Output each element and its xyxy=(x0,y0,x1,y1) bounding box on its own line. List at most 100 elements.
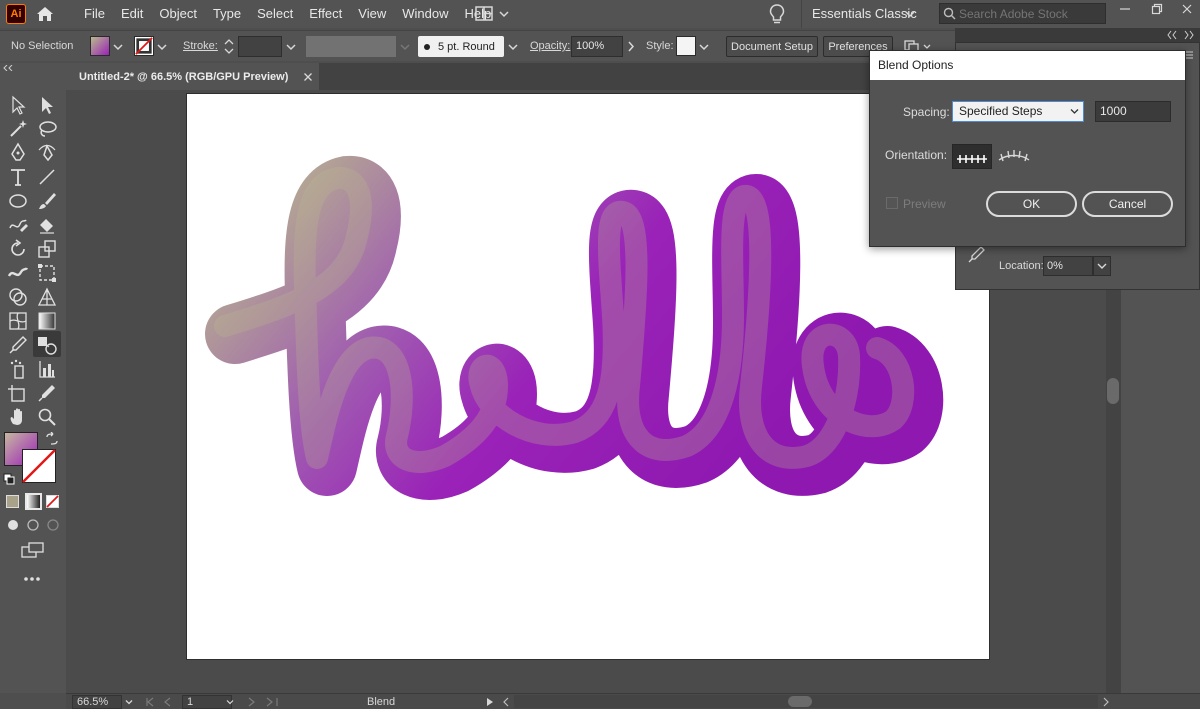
shaper-tool-icon[interactable] xyxy=(7,214,29,236)
chevron-down-icon[interactable] xyxy=(905,9,915,19)
chevron-down-icon[interactable] xyxy=(224,696,236,708)
opacity-field[interactable]: 100% xyxy=(571,36,623,57)
menu-window[interactable]: Window xyxy=(394,0,456,28)
chevron-down-icon[interactable] xyxy=(284,36,298,57)
document-tab[interactable]: Untitled-2* @ 66.5% (RGB/GPU Preview) xyxy=(66,63,319,90)
slice-tool-icon[interactable] xyxy=(36,382,58,404)
hand-tool-icon[interactable] xyxy=(7,406,29,428)
menu-file[interactable]: File xyxy=(76,0,113,28)
document-tab-strip: Untitled-2* @ 66.5% (RGB/GPU Preview) xyxy=(66,63,955,90)
home-icon[interactable] xyxy=(35,4,55,24)
preview-checkbox[interactable] xyxy=(886,197,898,209)
shape-builder-tool-icon[interactable] xyxy=(7,286,29,308)
align-to-page-button[interactable] xyxy=(952,144,992,169)
mesh-tool-icon[interactable] xyxy=(7,310,29,332)
ok-button[interactable]: OK xyxy=(986,191,1077,217)
color-mode-button[interactable] xyxy=(6,495,19,508)
next-last-artboard-icon[interactable] xyxy=(244,696,280,708)
first-prev-artboard-icon[interactable] xyxy=(144,696,180,708)
line-tool-icon[interactable] xyxy=(36,166,58,188)
stroke-stepper-icon[interactable] xyxy=(223,36,235,57)
horizontal-scroll-thumb[interactable] xyxy=(788,696,812,707)
collapse-panel-icon[interactable] xyxy=(1183,30,1195,40)
rectangle-tool-icon[interactable] xyxy=(7,190,29,212)
width-tool-icon[interactable] xyxy=(7,262,29,284)
menu-view[interactable]: View xyxy=(350,0,394,28)
scroll-left-icon[interactable] xyxy=(500,696,512,708)
align-to-path-button[interactable] xyxy=(994,144,1034,169)
vertical-scroll-thumb[interactable] xyxy=(1107,378,1119,404)
menu-edit[interactable]: Edit xyxy=(113,0,151,28)
menu-effect[interactable]: Effect xyxy=(301,0,350,28)
default-colors-icon[interactable] xyxy=(3,473,15,485)
stroke-label[interactable]: Stroke: xyxy=(183,31,218,62)
chevron-down-icon[interactable] xyxy=(697,36,711,57)
document-setup-button[interactable]: Document Setup xyxy=(726,36,818,57)
lightbulb-icon[interactable] xyxy=(768,3,786,25)
scale-tool-icon[interactable] xyxy=(36,238,58,260)
stock-search[interactable] xyxy=(939,3,1106,24)
minimize-button[interactable] xyxy=(1110,0,1140,18)
chevron-down-icon[interactable] xyxy=(123,696,135,708)
close-window-button[interactable] xyxy=(1172,0,1200,18)
gradient-mode-button[interactable] xyxy=(25,493,42,510)
cancel-button[interactable]: Cancel xyxy=(1082,191,1173,217)
screen-mode-icon[interactable] xyxy=(20,542,46,558)
menu-object[interactable]: Object xyxy=(151,0,205,28)
rotate-tool-icon[interactable] xyxy=(7,238,29,260)
chevron-down-icon[interactable] xyxy=(398,36,412,57)
stroke-weight-field[interactable] xyxy=(238,36,282,57)
chevron-right-icon[interactable] xyxy=(624,36,638,57)
symbol-sprayer-tool-icon[interactable] xyxy=(7,358,29,380)
stock-search-input[interactable] xyxy=(959,6,1099,21)
status-bar: 66.5% 1 Blend xyxy=(66,693,1200,709)
location-field[interactable]: 0% xyxy=(1043,256,1093,276)
none-mode-button[interactable] xyxy=(46,495,59,508)
pen-tool-icon[interactable] xyxy=(7,142,29,164)
menu-select[interactable]: Select xyxy=(249,0,301,28)
brush-definition[interactable]: 5 pt. Round xyxy=(418,36,504,57)
gradient-tool-icon[interactable] xyxy=(36,310,58,332)
fill-swatch[interactable] xyxy=(90,36,110,56)
selection-tool-icon[interactable] xyxy=(7,94,29,116)
chevron-down-icon[interactable] xyxy=(155,36,169,57)
eyedropper-tool-icon[interactable] xyxy=(7,334,29,356)
type-tool-icon[interactable] xyxy=(7,166,29,188)
zoom-field[interactable]: 66.5% xyxy=(72,695,122,709)
vertical-scrollbar[interactable] xyxy=(1106,290,1120,693)
swap-colors-icon[interactable] xyxy=(45,432,59,446)
gradient-eyedropper-icon[interactable] xyxy=(968,245,986,263)
paintbrush-tool-icon[interactable] xyxy=(36,190,58,212)
lasso-tool-icon[interactable] xyxy=(36,118,58,140)
artboard-tool-icon[interactable] xyxy=(7,382,29,404)
variable-width-profile[interactable] xyxy=(306,36,396,57)
more-tools-icon[interactable] xyxy=(22,575,42,583)
expand-panel-icon[interactable] xyxy=(1166,30,1178,40)
drawing-modes-icon[interactable] xyxy=(5,517,63,533)
chevron-down-icon[interactable] xyxy=(506,36,520,57)
scroll-right-icon[interactable] xyxy=(1100,696,1112,708)
blend-tool-icon[interactable] xyxy=(36,334,58,356)
arrange-documents-icon[interactable] xyxy=(474,5,514,23)
status-menu-icon[interactable] xyxy=(484,696,496,708)
perspective-grid-tool-icon[interactable] xyxy=(36,286,58,308)
free-transform-tool-icon[interactable] xyxy=(36,262,58,284)
column-graph-tool-icon[interactable] xyxy=(36,358,58,380)
collapse-toolbar-icon[interactable] xyxy=(3,65,13,71)
spacing-select[interactable]: Specified Steps xyxy=(952,101,1084,122)
stroke-color-box[interactable] xyxy=(22,449,56,483)
magic-wand-tool-icon[interactable] xyxy=(7,118,29,140)
stroke-swatch[interactable] xyxy=(134,36,154,56)
restore-button[interactable] xyxy=(1142,0,1172,18)
close-tab-icon[interactable] xyxy=(302,71,314,83)
zoom-tool-icon[interactable] xyxy=(36,406,58,428)
chevron-down-icon[interactable] xyxy=(1093,256,1111,276)
direct-selection-tool-icon[interactable] xyxy=(36,94,58,116)
opacity-label[interactable]: Opacity: xyxy=(530,31,570,62)
steps-field[interactable]: 1000 xyxy=(1095,101,1171,122)
menu-type[interactable]: Type xyxy=(205,0,249,28)
eraser-tool-icon[interactable] xyxy=(36,214,58,236)
curvature-tool-icon[interactable] xyxy=(36,142,58,164)
graphic-style-swatch[interactable] xyxy=(676,36,696,56)
chevron-down-icon[interactable] xyxy=(111,36,125,57)
